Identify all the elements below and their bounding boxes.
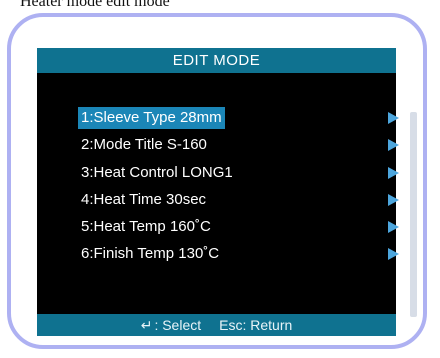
right-arrow-icon xyxy=(388,248,399,260)
footer-hint-bar: ↵: Select Esc: Return xyxy=(37,314,396,336)
enter-icon: ↵ xyxy=(140,317,153,333)
right-arrow-icon xyxy=(388,194,399,206)
menu-item-label: 5:Heat Temp 160˚C xyxy=(81,218,211,235)
menu-item-heat-temp[interactable]: 5:Heat Temp 160˚C xyxy=(76,216,406,238)
menu-item-label: 4:Heat Time 30sec xyxy=(81,191,207,208)
menu-item-label: 2:Mode Title S-160 xyxy=(81,136,207,153)
return-hint: Esc: Return xyxy=(219,317,293,333)
menu-item-sleeve-type[interactable]: 1:Sleeve Type 28mm xyxy=(76,107,406,129)
device-screen: EDIT MODE 1:Sleeve Type 28mm 2:Mode Titl… xyxy=(37,48,417,336)
edit-mode-menu: 1:Sleeve Type 28mm 2:Mode Title S-160 3:… xyxy=(37,48,399,336)
menu-item-heat-control[interactable]: 3:Heat Control LONG1 xyxy=(76,162,406,184)
page-caption: Heater mode edit mode xyxy=(20,0,170,10)
select-hint: : Select xyxy=(154,317,202,333)
right-arrow-icon xyxy=(388,112,399,124)
menu-item-label: 6:Finish Temp 130˚C xyxy=(81,245,220,262)
right-arrow-icon xyxy=(388,167,399,179)
menu-item-heat-time[interactable]: 4:Heat Time 30sec xyxy=(76,189,406,211)
menu-item-mode-title[interactable]: 2:Mode Title S-160 xyxy=(76,134,406,156)
menu-scrollbar[interactable] xyxy=(410,112,417,317)
menu-item-label: 3:Heat Control LONG1 xyxy=(81,164,233,181)
right-arrow-icon xyxy=(388,221,399,233)
menu-item-finish-temp[interactable]: 6:Finish Temp 130˚C xyxy=(76,243,406,265)
right-arrow-icon xyxy=(388,139,399,151)
menu-item-label: 1:Sleeve Type 28mm xyxy=(78,107,225,129)
